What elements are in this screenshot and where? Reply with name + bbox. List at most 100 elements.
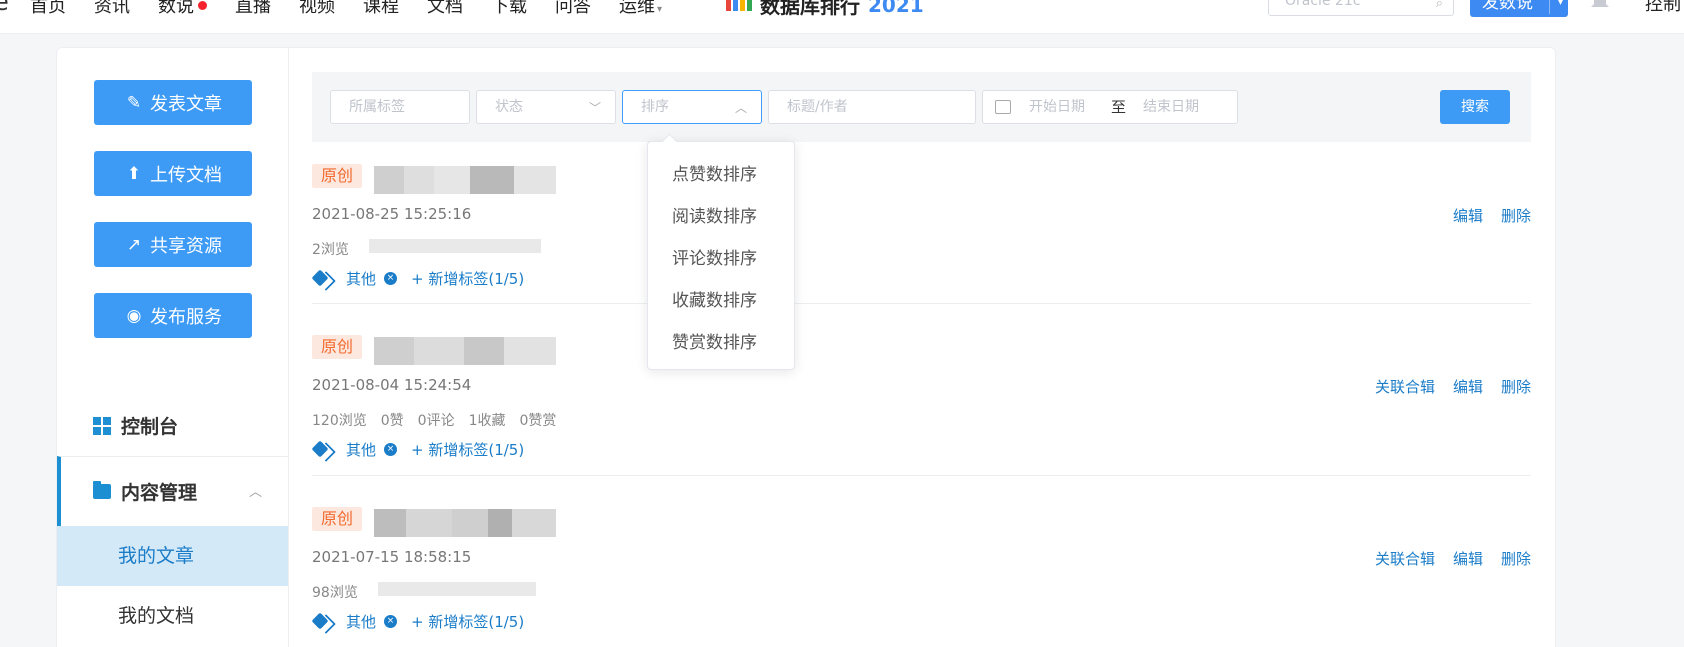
publish-talk-label: 发数说 <box>1482 0 1533 13</box>
chevron-up-icon: ︿ <box>248 485 262 500</box>
bell-icon[interactable] <box>1588 0 1612 10</box>
sidebar-item-content-management[interactable]: 内容管理 ︿ <box>57 456 288 526</box>
ranking-title: 数据库排行 <box>760 0 860 18</box>
add-tag-link[interactable]: + 新增标签(1/5) <box>411 439 524 460</box>
edit-link[interactable]: 编辑 <box>1453 376 1483 397</box>
tag-label[interactable]: 其他 <box>346 268 376 289</box>
sidebar-item-my-documents[interactable]: 我的文档 <box>57 586 288 646</box>
sort-select[interactable]: 排序 ︿ <box>622 90 762 124</box>
chevron-down-icon[interactable]: ▾ <box>1558 0 1563 14</box>
nav-item-news[interactable]: 资讯 <box>94 0 130 18</box>
row-divider <box>312 303 1531 304</box>
top-navbar: e 首页 资讯 数说 直播 视频 课程 文档 下载 问答 运维 ▾ 数据库排行 2… <box>0 0 1684 34</box>
search-button[interactable]: 搜索 <box>1440 90 1510 124</box>
nav-item-video[interactable]: 视频 <box>299 0 335 18</box>
delete-link[interactable]: 删除 <box>1501 376 1531 397</box>
nav-item-qa[interactable]: 问答 <box>555 0 591 18</box>
article-stats: 120浏览 0赞 0评论 1收藏 0赞赏 <box>312 410 556 430</box>
article-title-redacted[interactable] <box>374 337 556 365</box>
sort-option-likes[interactable]: 点赞数排序 <box>672 160 757 185</box>
chevron-down-icon: ▾ <box>657 4 663 15</box>
placeholder-text: 状态 <box>495 99 523 115</box>
nav-item-talk[interactable]: 数说 <box>158 0 207 18</box>
placeholder-text: 标题/作者 <box>787 99 848 115</box>
sidebar-item-my-articles[interactable]: 我的文章 <box>57 526 288 586</box>
notification-dot <box>198 0 207 10</box>
sidebar-item-label: 内容管理 <box>121 482 198 504</box>
status-select[interactable]: 状态 ﹀ <box>476 90 616 124</box>
tag-label[interactable]: 其他 <box>346 611 376 632</box>
original-badge: 原创 <box>312 335 362 359</box>
sort-option-tips[interactable]: 赞赏数排序 <box>672 328 757 353</box>
favorites-count: 1收藏 <box>468 413 506 429</box>
article-title-redacted[interactable] <box>374 166 556 194</box>
original-badge: 原创 <box>312 164 362 188</box>
likes-count: 0赞 <box>380 413 404 429</box>
article-date-text: 2021-08-04 15:24:54 <box>312 376 472 394</box>
nav-item-label: 课程 <box>363 0 399 17</box>
date-range-picker[interactable]: 开始日期 至 结束日期 <box>982 90 1238 124</box>
stats-redacted <box>368 239 541 259</box>
tips-count: 0赞赏 <box>519 413 557 429</box>
console-link[interactable]: 控制 <box>1645 0 1681 16</box>
document-edit-icon: ✎ <box>126 92 142 113</box>
sort-dropdown-menu: 点赞数排序 阅读数排序 评论数排序 收藏数排序 赞赏数排序 <box>647 141 795 370</box>
sort-option-reads[interactable]: 阅读数排序 <box>672 202 757 227</box>
chevron-down-icon: ﹀ <box>588 101 601 115</box>
article-title-redacted[interactable] <box>374 509 556 537</box>
nav-item-ops[interactable]: 运维 ▾ <box>619 0 662 18</box>
logo-icon[interactable]: e <box>0 0 9 16</box>
publish-service-button[interactable]: ◉ 发布服务 <box>94 293 252 338</box>
nav-item-live[interactable]: 直播 <box>235 0 271 18</box>
edit-link[interactable]: 编辑 <box>1453 548 1483 569</box>
db-ranking-link[interactable]: 数据库排行 2021 <box>726 0 924 19</box>
publish-article-button[interactable]: ✎ 发表文章 <box>94 80 252 125</box>
placeholder-text: 排序 <box>641 99 669 115</box>
sort-option-comments[interactable]: 评论数排序 <box>672 244 757 269</box>
nav-item-course[interactable]: 课程 <box>363 0 399 18</box>
tag-icon <box>312 613 334 631</box>
add-tag-link[interactable]: + 新增标签(1/5) <box>411 268 524 289</box>
add-tag-link[interactable]: + 新增标签(1/5) <box>411 611 524 632</box>
views-count: 2浏览 <box>312 242 349 258</box>
search-icon[interactable]: ⌕ <box>1436 0 1443 11</box>
global-search-input[interactable]: Oracle 21c ⌕ <box>1268 0 1454 16</box>
sort-option-favorites[interactable]: 收藏数排序 <box>672 286 757 311</box>
remove-tag-icon[interactable]: × <box>384 615 398 628</box>
nav-item-home[interactable]: 首页 <box>30 0 66 18</box>
tag-icon <box>312 270 334 288</box>
views-count: 98浏览 <box>312 585 358 601</box>
delete-link[interactable]: 删除 <box>1501 548 1531 569</box>
share-resource-button[interactable]: ↗ 共享资源 <box>94 222 252 267</box>
sidebar-item-console[interactable]: 控制台 <box>93 412 178 439</box>
button-label: 发表文章 <box>150 93 222 115</box>
delete-link[interactable]: 删除 <box>1501 205 1531 226</box>
nav-item-download[interactable]: 下载 <box>491 0 527 18</box>
nav-menu: 首页 资讯 数说 直播 视频 课程 文档 下载 问答 运维 ▾ <box>30 0 690 18</box>
publish-talk-button[interactable]: 发数说 ▾ <box>1470 0 1568 17</box>
article-tags: 其他 × + 新增标签(1/5) <box>312 611 524 632</box>
edit-link[interactable]: 编辑 <box>1453 205 1483 226</box>
link-collection-link[interactable]: 关联合辑 <box>1375 376 1435 397</box>
nav-item-label: 运维 <box>619 0 655 17</box>
sidebar: ✎ 发表文章 ⬆ 上传文档 ↗ 共享资源 ◉ 发布服务 控制台 内容管理 ︿ 我… <box>57 48 289 647</box>
upload-icon: ⬆ <box>126 163 142 184</box>
link-collection-link[interactable]: 关联合辑 <box>1375 548 1435 569</box>
title-author-input[interactable]: 标题/作者 <box>768 90 976 124</box>
chevron-up-icon: ︿ <box>734 101 747 115</box>
nav-item-docs[interactable]: 文档 <box>427 0 463 18</box>
tag-label[interactable]: 其他 <box>346 439 376 460</box>
tag-filter-input[interactable]: 所属标签 <box>330 90 470 124</box>
remove-tag-icon[interactable]: × <box>384 443 398 456</box>
nav-item-label: 数说 <box>158 0 194 17</box>
nav-item-label: 问答 <box>555 0 591 17</box>
ranking-bars-icon <box>726 0 752 11</box>
remove-tag-icon[interactable]: × <box>384 272 398 285</box>
nav-item-label: 首页 <box>30 0 66 17</box>
upload-document-button[interactable]: ⬆ 上传文档 <box>94 151 252 196</box>
stats-redacted <box>377 582 536 602</box>
button-divider <box>1549 0 1550 14</box>
button-label: 上传文档 <box>150 164 222 186</box>
views-count: 120浏览 <box>312 413 367 429</box>
comments-count: 0评论 <box>417 413 455 429</box>
